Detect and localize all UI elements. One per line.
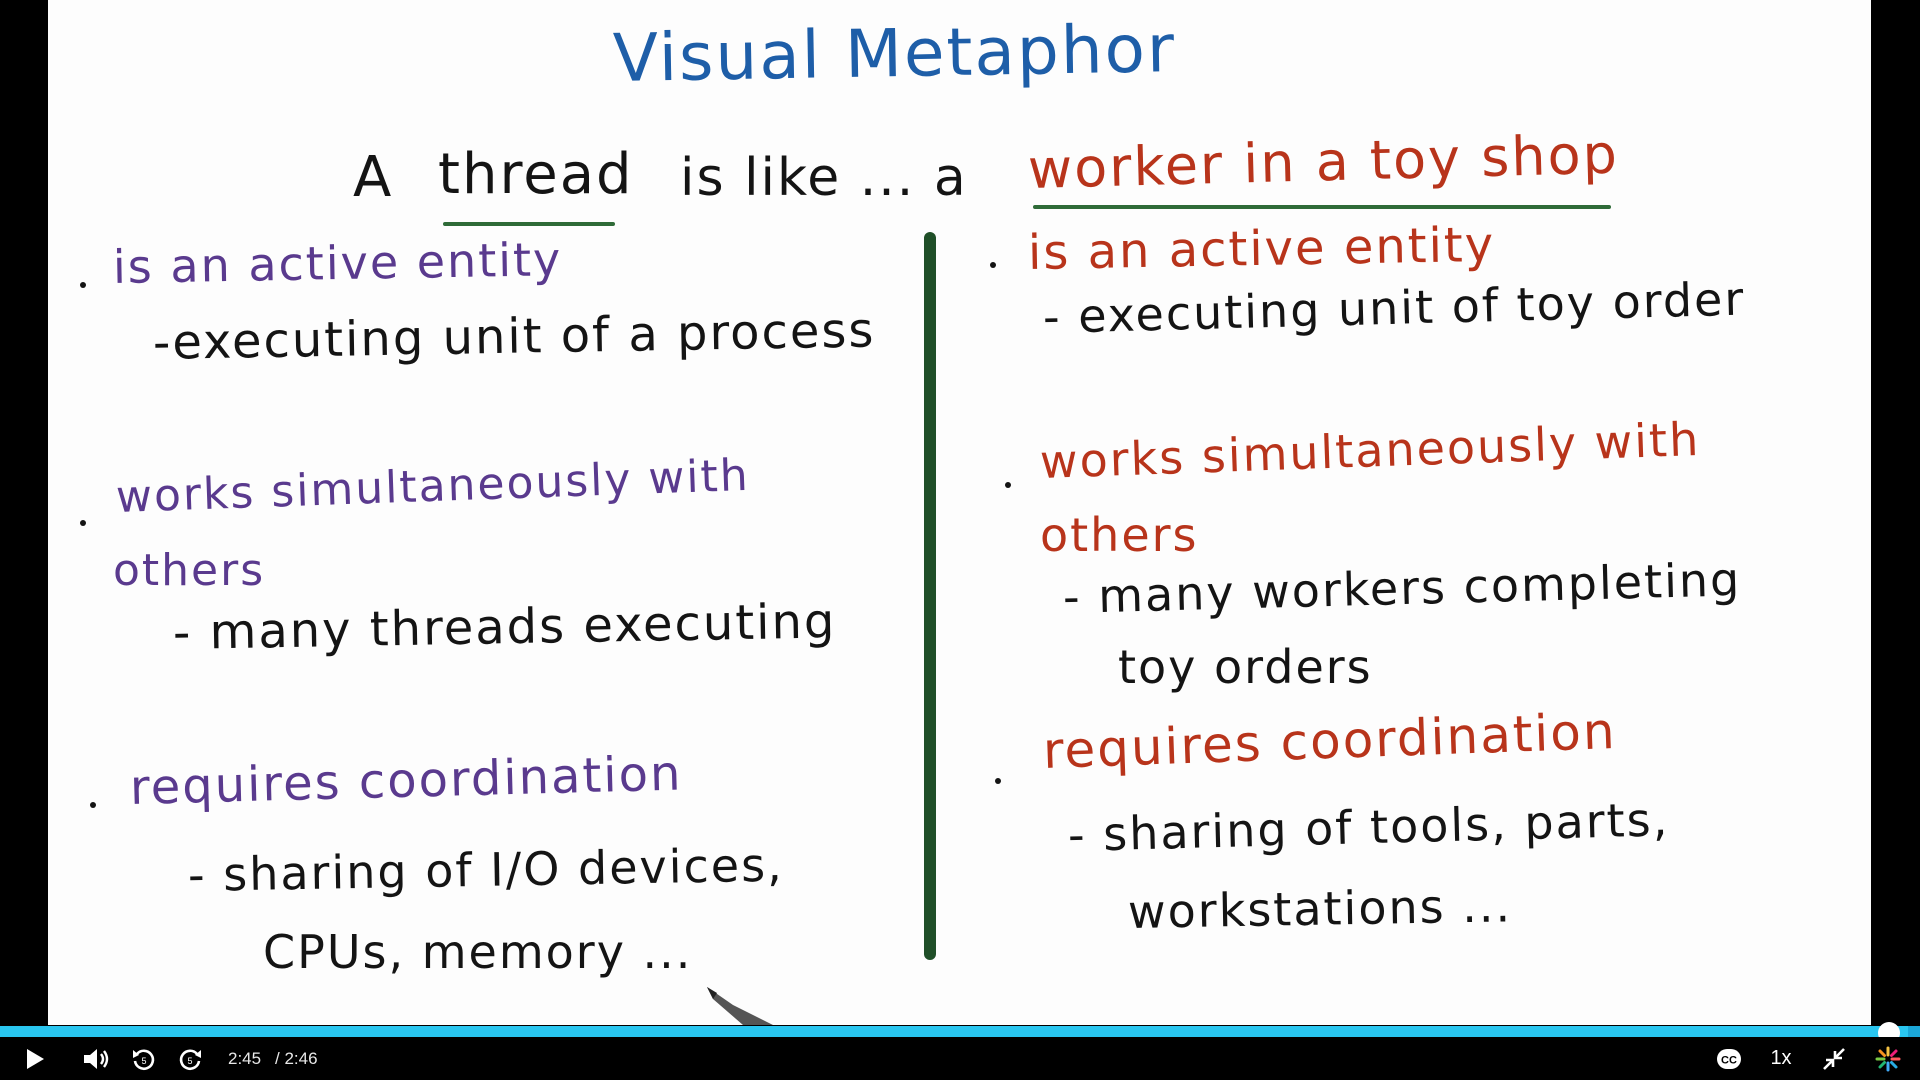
right-detail-1: - executing unit of toy order <box>1042 271 1746 344</box>
forward-button[interactable]: 5 <box>174 1037 206 1080</box>
left-point-3: requires coordination <box>129 745 684 816</box>
volume-button[interactable] <box>78 1037 114 1080</box>
bullet-dot <box>80 520 86 526</box>
right-detail-3a: - sharing of tools, parts, <box>1067 792 1670 862</box>
right-detail-2a: - many workers completing <box>1062 552 1742 624</box>
brand-logo-icon <box>1875 1046 1901 1071</box>
svg-text:5: 5 <box>141 1056 146 1066</box>
svg-text:CC: CC <box>1721 1054 1737 1066</box>
thread-underline <box>443 222 615 226</box>
right-detail-2b: toy orders <box>1118 640 1373 694</box>
heading-middle: is like ... a <box>680 148 968 208</box>
exit-fullscreen-icon <box>1823 1047 1845 1070</box>
player-controls: 5 5 2:45 / 2:46 CC 1x <box>0 1037 1920 1080</box>
svg-text:5: 5 <box>187 1056 192 1066</box>
speed-button[interactable]: 1x <box>1764 1037 1798 1080</box>
slide-title: Visual Metaphor <box>612 10 1177 97</box>
captions-button[interactable]: CC <box>1712 1037 1746 1080</box>
left-detail-3b: CPUs, memory ... <box>263 925 693 979</box>
pen-cursor-icon <box>707 987 773 1025</box>
play-icon <box>27 1048 44 1069</box>
video-frame[interactable]: Visual Metaphor A thread is like ... a w… <box>48 0 1871 1025</box>
heading-worker: worker in a toy shop <box>1027 122 1620 201</box>
bullet-dot <box>80 282 86 288</box>
left-point-2: works simultaneously with <box>115 449 751 523</box>
right-point-2: works simultaneously with <box>1039 411 1702 489</box>
right-detail-3b: workstations ... <box>1127 878 1513 939</box>
video-stage: Visual Metaphor A thread is like ... a w… <box>0 0 1920 1080</box>
exit-fullscreen-button[interactable] <box>1818 1037 1850 1080</box>
rewind-icon: 5 <box>133 1048 155 1070</box>
volume-icon <box>84 1048 109 1069</box>
right-point-2b: others <box>1040 508 1199 562</box>
duration: / 2:46 <box>275 1048 318 1068</box>
column-divider <box>924 232 936 960</box>
rewind-button[interactable]: 5 <box>128 1037 160 1080</box>
bullet-dot <box>1005 482 1011 488</box>
bullet-dot <box>90 802 96 808</box>
current-time: 2:45 <box>228 1048 262 1068</box>
heading-thread: thread <box>438 142 634 207</box>
left-point-2b: others <box>113 545 266 596</box>
progress-fill <box>0 1026 1909 1037</box>
left-point-1: is an active entity <box>112 232 563 294</box>
right-point-3: requires coordination <box>1041 701 1618 780</box>
right-point-1: is an active entity <box>1027 216 1496 281</box>
brand-logo[interactable] <box>1872 1037 1904 1080</box>
captions-icon: CC <box>1717 1048 1741 1069</box>
left-detail-3a: - sharing of I/O devices, <box>187 837 785 902</box>
heading-prefix: A <box>353 145 394 210</box>
left-detail-2: - many threads executing <box>172 593 837 661</box>
bullet-dot <box>990 262 996 268</box>
worker-underline <box>1033 205 1611 209</box>
progress-bar[interactable] <box>0 1026 1920 1037</box>
left-detail-1: -executing unit of a process <box>152 302 876 371</box>
play-button[interactable] <box>18 1037 52 1080</box>
bullet-dot <box>995 778 1001 784</box>
forward-icon: 5 <box>179 1048 201 1070</box>
